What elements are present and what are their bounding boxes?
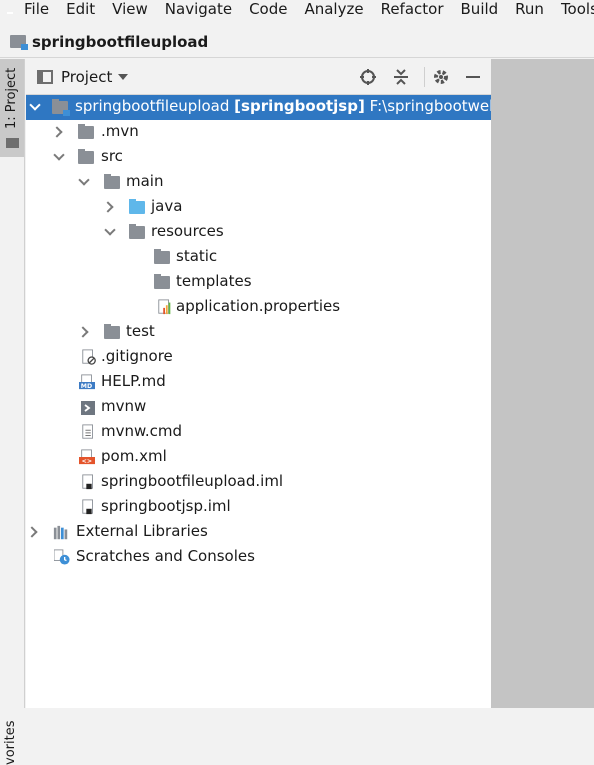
root-path: F:\springbootweb: [369, 97, 499, 115]
resources-folder-icon: [129, 224, 145, 239]
navigation-bar: springbootfileupload: [0, 26, 594, 58]
chevron-right-icon[interactable]: [77, 326, 89, 338]
favorites-tool-tab[interactable]: vorites: [3, 721, 18, 765]
module-folder-icon: [52, 99, 70, 116]
tree-item-root[interactable]: springbootfileupload [springbootjsp] F:\…: [26, 95, 499, 120]
menu-refactor[interactable]: Refactor: [381, 0, 444, 18]
project-view-icon: [37, 69, 53, 84]
tree-label: .gitignore: [101, 347, 173, 365]
tree-label: application.properties: [176, 297, 341, 315]
menu-file[interactable]: File: [24, 0, 49, 18]
svg-text:MD: MD: [81, 383, 92, 390]
tree-label: templates: [176, 272, 252, 290]
menu-tools[interactable]: Tools: [561, 0, 594, 18]
tree-item-mvnw[interactable]: mvnw: [26, 395, 491, 420]
project-panel: Project springbootfileupload [springboot…: [26, 59, 499, 708]
menu-navigate[interactable]: Navigate: [165, 0, 232, 18]
menu-build[interactable]: Build: [461, 0, 499, 18]
scratches-icon: [54, 549, 70, 565]
properties-file-icon: [158, 299, 171, 315]
editor-area: [491, 59, 594, 708]
module-file-icon: [82, 474, 93, 490]
chevron-down-icon[interactable]: [118, 73, 129, 80]
tree-label: static: [176, 247, 218, 265]
tree-item-static[interactable]: static: [26, 245, 491, 270]
menu-run[interactable]: Run: [515, 0, 544, 18]
project-view-selector[interactable]: Project: [61, 68, 112, 86]
root-module: [springbootjsp]: [234, 97, 365, 115]
tree-label: test: [126, 322, 155, 340]
tree-label: main: [126, 172, 164, 190]
tree-item-external-libraries[interactable]: External Libraries: [26, 520, 491, 545]
collapse-all-icon[interactable]: [392, 68, 410, 86]
tree-label: pom.xml: [101, 447, 167, 465]
shell-script-icon: [81, 401, 95, 415]
tree-item-help-md[interactable]: MD HELP.md: [26, 370, 491, 395]
minimize-icon[interactable]: [464, 68, 482, 86]
project-tool-tab-label: 1: Project: [4, 67, 19, 129]
tree-label: springbootfileupload.iml: [101, 472, 284, 490]
folder-icon: [154, 274, 170, 289]
tree-item-pom-xml[interactable]: <> pom.xml: [26, 445, 491, 470]
tree-item-iml-jsp[interactable]: springbootjsp.iml: [26, 495, 491, 520]
svg-text:<>: <>: [82, 458, 92, 465]
menu-analyze[interactable]: Analyze: [304, 0, 363, 18]
project-tool-tab[interactable]: 1: Project: [0, 59, 24, 157]
tree-label: .mvn: [101, 122, 139, 140]
chevron-right-icon[interactable]: [102, 201, 114, 213]
tree-label: External Libraries: [76, 522, 208, 540]
tree-item-scratches[interactable]: Scratches and Consoles: [26, 545, 491, 570]
chevron-down-icon[interactable]: [53, 149, 65, 161]
folder-icon: [104, 324, 120, 339]
folder-icon: [104, 174, 120, 189]
menu-view[interactable]: View: [112, 0, 148, 18]
folder-icon: [6, 138, 19, 148]
tree-label: mvnw.cmd: [101, 422, 183, 440]
breadcrumb-project[interactable]: springbootfileupload: [32, 33, 208, 51]
chevron-down-icon[interactable]: [104, 224, 116, 236]
chevron-right-icon[interactable]: [51, 126, 63, 138]
menu-code[interactable]: Code: [249, 0, 287, 18]
project-panel-header: Project: [26, 59, 491, 95]
tree-item-main[interactable]: main: [26, 170, 491, 195]
module-folder-icon: [10, 35, 28, 50]
tree-label: src: [101, 147, 123, 165]
tree-label: HELP.md: [101, 372, 166, 390]
locate-icon[interactable]: [359, 68, 377, 86]
text-file-icon: [82, 424, 93, 439]
folder-icon: [78, 149, 94, 164]
source-folder-icon: [129, 199, 145, 214]
module-file-icon: [82, 499, 93, 515]
tree-item-test[interactable]: test: [26, 320, 491, 345]
ignore-file-icon: [82, 349, 96, 365]
tree-item-mvn[interactable]: .mvn: [26, 120, 491, 145]
menu-edit[interactable]: Edit: [66, 0, 95, 18]
tree-item-src[interactable]: src: [26, 145, 491, 170]
markdown-file-icon: MD: [79, 374, 95, 390]
tree-label: java: [151, 197, 183, 215]
gear-icon[interactable]: [432, 68, 450, 86]
tree-label: Scratches and Consoles: [76, 547, 255, 565]
folder-icon: [154, 249, 170, 264]
tree-item-gitignore[interactable]: .gitignore: [26, 345, 491, 370]
tree-item-resources[interactable]: resources: [26, 220, 491, 245]
header-divider: [424, 67, 425, 87]
root-name: springbootfileupload: [75, 97, 230, 115]
left-tool-strip: 1: Project vorites: [0, 59, 25, 765]
tree-item-java[interactable]: java: [26, 195, 491, 220]
tree-item-application-properties[interactable]: application.properties: [26, 295, 491, 320]
tree-label: springbootjsp.iml: [101, 497, 231, 515]
menu-bar: File Edit View Navigate Code Analyze Ref…: [0, 0, 594, 18]
chevron-down-icon[interactable]: [78, 174, 90, 186]
tree-label: resources: [151, 222, 224, 240]
chevron-right-icon[interactable]: [26, 526, 38, 538]
folder-icon: [78, 124, 94, 139]
libraries-icon: [53, 525, 68, 540]
tree-item-templates[interactable]: templates: [26, 270, 491, 295]
chevron-down-icon[interactable]: [29, 99, 41, 111]
tree-item-mvnw-cmd[interactable]: mvnw.cmd: [26, 420, 491, 445]
tree-item-iml-fileupload[interactable]: springbootfileupload.iml: [26, 470, 491, 495]
tree-label: mvnw: [101, 397, 147, 415]
xml-file-icon: <>: [79, 449, 95, 465]
